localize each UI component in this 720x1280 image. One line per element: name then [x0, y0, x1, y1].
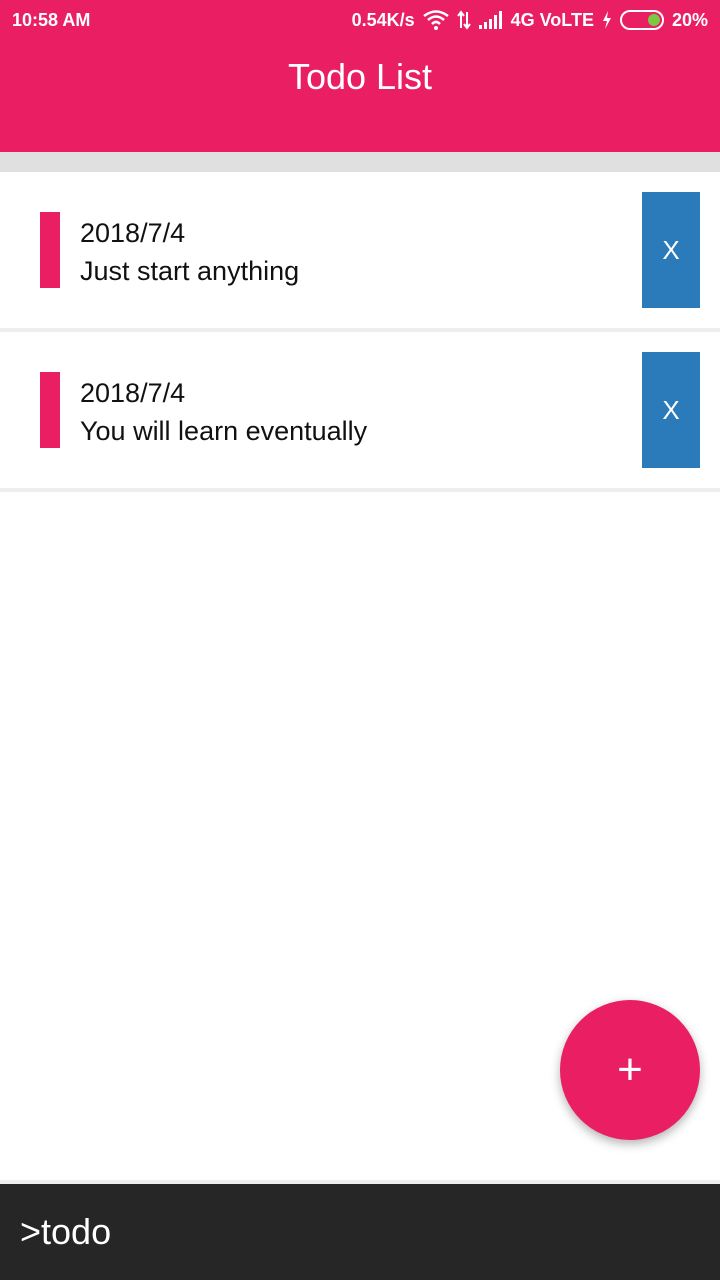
signal-icon — [478, 11, 503, 29]
delete-button[interactable]: X — [642, 192, 700, 308]
list-item[interactable]: 2018/7/4 You will learn eventually X — [0, 332, 720, 492]
battery-percent: 20% — [671, 9, 708, 30]
footer-text: >todo — [20, 1211, 112, 1252]
data-arrows-icon — [456, 10, 471, 30]
status-time: 10:58 AM — [12, 9, 91, 30]
todo-accent-bar — [40, 212, 60, 288]
page-title: Todo List — [287, 56, 433, 97]
network-type: 4G VoLTE — [510, 9, 594, 30]
wifi-icon — [422, 10, 449, 30]
screen: 10:58 AM 0.54K/s 4G VoLTE 20% Todo List … — [0, 0, 720, 1280]
delete-button[interactable]: X — [642, 352, 700, 468]
todo-date: 2018/7/4 — [80, 378, 186, 408]
list-item[interactable]: 2018/7/4 Just start anything X — [0, 172, 720, 332]
status-right: 0.54K/s 4G VoLTE 20% — [352, 10, 708, 31]
todo-accent-bar — [40, 372, 60, 448]
network-speed: 0.54K/s — [351, 9, 415, 30]
todo-text: You will learn eventually — [80, 416, 368, 446]
battery-icon — [619, 10, 664, 30]
todo-text: Just start anything — [80, 256, 300, 286]
add-todo-button[interactable]: + — [560, 1000, 700, 1140]
header-divider — [0, 152, 720, 172]
todo-list: 2018/7/4 Just start anything X 2018/7/4 … — [0, 172, 720, 492]
header: 10:58 AM 0.54K/s 4G VoLTE 20% Todo List — [0, 0, 720, 152]
todo-date: 2018/7/4 — [80, 218, 186, 248]
status-bar: 10:58 AM 0.54K/s 4G VoLTE 20% — [0, 0, 720, 40]
charging-icon — [602, 11, 612, 29]
battery-fill — [647, 14, 660, 26]
footer-bar: >todo — [0, 1184, 720, 1280]
